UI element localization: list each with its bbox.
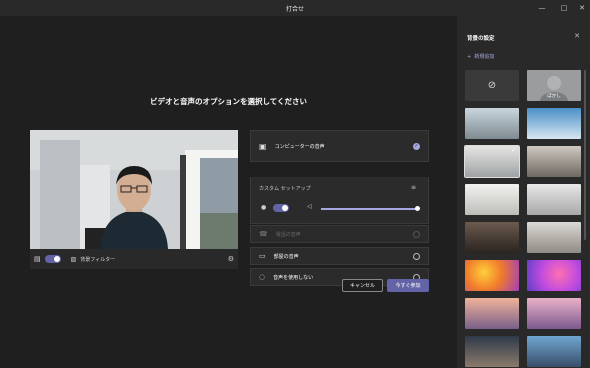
radio-checked-icon[interactable]: ✓ [413, 142, 420, 150]
close-window-icon[interactable]: ✕ [574, 0, 590, 16]
background-tile-fantasy[interactable] [527, 298, 581, 329]
teams-prejoin-window: 打合せ — □ ✕ ビデオと音声のオプションを選択してください ▤ ▧ 背景フィ… [0, 0, 590, 368]
background-tile-balloons-pink[interactable] [527, 260, 581, 291]
background-filter-icon[interactable]: ▧ [71, 256, 77, 263]
cancel-button[interactable]: キャンセル [342, 279, 383, 292]
computer-audio-icon: ▣ [259, 141, 267, 151]
background-tile-blur[interactable]: ぼかし [527, 70, 581, 101]
radio-icon[interactable] [413, 252, 420, 260]
background-tile-white-hall[interactable] [527, 184, 581, 215]
phone-icon: ☎ [259, 230, 268, 238]
device-settings-icon[interactable]: ≡ [411, 184, 416, 191]
panel-title: 背景の設定 [467, 36, 495, 42]
audio-option-label: 部屋の音声 [273, 253, 299, 260]
tile-label: ぼかし [547, 94, 561, 99]
microphone-toggle[interactable] [273, 204, 289, 212]
background-tile-futuristic[interactable] [527, 336, 581, 367]
background-tile-white-room[interactable]: ✓ [464, 145, 520, 178]
speaker-icon: ◁ [307, 203, 312, 210]
background-tile-bridge[interactable] [465, 298, 519, 329]
no-background-icon: ⊘ [487, 80, 497, 91]
background-tile-blue-interior[interactable] [527, 108, 581, 139]
settings-gear-icon[interactable]: ⚙ [228, 255, 234, 263]
audio-option-room[interactable]: ▭ 部屋の音声 [250, 247, 429, 265]
audio-option-phone: ☎ 電話の音声 [250, 225, 429, 243]
main-area: ビデオと音声のオプションを選択してください ▤ ▧ 背景フィルター ⚙ ▣ コン… [0, 16, 457, 368]
close-panel-icon[interactable]: ✕ [574, 32, 580, 40]
custom-setup-panel: カスタム セットアップ ≡ ● ◁ [250, 177, 429, 224]
background-tile-living-room[interactable] [527, 146, 581, 177]
background-tile-none[interactable]: ⊘ [465, 70, 519, 101]
audio-option-computer[interactable]: ▣ コンピューターの音声 ✓ [250, 130, 429, 162]
minimize-icon[interactable]: — [534, 0, 550, 16]
audio-option-label: 電話の音声 [275, 231, 301, 238]
camera-toggle[interactable] [44, 255, 61, 263]
background-tile-dark-office[interactable] [465, 222, 519, 253]
add-new-background-button[interactable]: + 新規追加 [467, 53, 494, 60]
speaker-volume-slider[interactable] [321, 206, 420, 211]
panel-scrollbar[interactable] [584, 70, 586, 240]
background-filter-label: 背景フィルター [80, 256, 116, 263]
custom-setup-label: カスタム セットアップ [259, 186, 311, 192]
title-bar: 打合せ — □ ✕ [0, 0, 590, 16]
background-tile-loft[interactable] [527, 222, 581, 253]
join-now-button[interactable]: 今すぐ参加 [387, 279, 429, 292]
audio-option-label: コンピューターの音声 [274, 143, 325, 150]
window-title: 打合せ [285, 5, 304, 13]
maximize-icon[interactable]: □ [556, 0, 572, 16]
background-tile-balloons-orange[interactable] [465, 260, 519, 291]
selected-check-icon: ✓ [510, 147, 516, 154]
video-preview [30, 130, 238, 249]
radio-icon [413, 230, 420, 238]
page-heading: ビデオと音声のオプションを選択してください [149, 97, 308, 106]
background-tile-office-room[interactable] [465, 108, 519, 139]
background-settings-panel: 背景の設定 ✕ + 新規追加 ⊘ ぼかし ✓ [457, 16, 590, 368]
camera-icon: ▤ [34, 255, 41, 263]
speaker-off-icon: ◌ [259, 273, 266, 281]
add-new-label: 新規追加 [474, 54, 495, 60]
background-tile-bright-room[interactable] [465, 184, 519, 215]
video-controls: ▤ ▧ 背景フィルター ⚙ [30, 249, 238, 269]
background-tile-night-city[interactable] [465, 336, 519, 367]
room-audio-icon: ▭ [259, 252, 266, 260]
microphone-icon: ● [261, 204, 267, 211]
